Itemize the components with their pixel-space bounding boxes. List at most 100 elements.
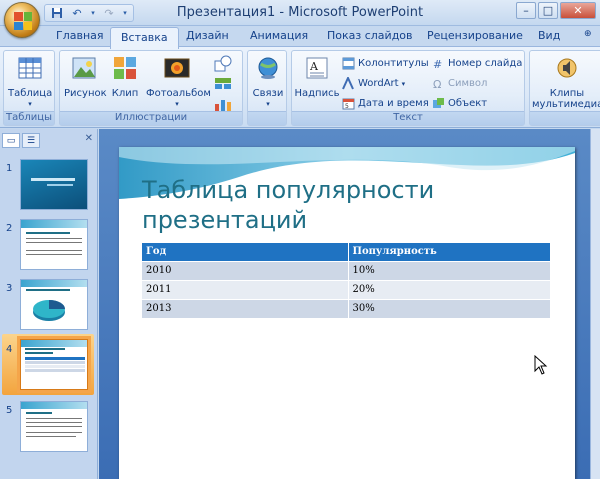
slide-number: 3: [6, 283, 13, 294]
group-illustrations: Рисунок Клип Фотоальбом ▾ Иллюстрации: [59, 50, 243, 126]
symbol-button[interactable]: Ω Символ: [432, 77, 487, 90]
dropdown-arrow-icon: ▾: [28, 100, 32, 108]
date-time-button[interactable]: 5 Дата и время: [342, 97, 429, 110]
slide-number-icon: #: [433, 58, 442, 70]
ribbon: Таблица ▾ Таблицы Рисунок Клип Фотоальбо…: [0, 46, 600, 128]
svg-text:A: A: [309, 60, 319, 73]
slide-workspace: Таблица популярности презентаций Год Поп…: [99, 129, 600, 479]
table-header-cell[interactable]: Популярность: [348, 243, 551, 261]
tab-insert[interactable]: Вставка: [110, 27, 179, 49]
speaker-icon: [557, 58, 577, 78]
wordart-icon: [342, 77, 354, 90]
table-cell[interactable]: 2013: [142, 298, 349, 318]
tab-review[interactable]: Рецензирование: [427, 29, 523, 42]
photo-album-icon: [164, 58, 190, 78]
slide-table[interactable]: Год Популярность 2010 10% 2011 20% 2013 …: [142, 243, 551, 318]
table-cell[interactable]: 20%: [348, 279, 551, 299]
table-row: 2013 30%: [142, 298, 551, 318]
pie-chart-icon: [33, 300, 65, 321]
links-button[interactable]: Связи ▾: [250, 55, 286, 108]
table-cell[interactable]: 10%: [348, 260, 551, 280]
group-label-text: Текст: [292, 111, 524, 125]
tab-slide-show[interactable]: Показ слайдов: [327, 29, 413, 42]
header-footer-button[interactable]: Колонтитулы: [342, 57, 429, 70]
picture-icon: [72, 57, 96, 79]
chart-icon: [215, 100, 231, 111]
table-header-cell[interactable]: Год: [142, 243, 349, 261]
tab-view[interactable]: Вид: [538, 29, 560, 42]
slides-panel: ▭ ☰ ✕ 1 2 3 4 5: [0, 129, 98, 479]
omega-icon: Ω: [433, 78, 441, 90]
group-label-media: [530, 111, 600, 125]
chart-button[interactable]: [214, 97, 232, 111]
slide-thumbnail-selected[interactable]: [17, 336, 91, 393]
slide-thumbnail[interactable]: [20, 279, 88, 330]
slide-canvas[interactable]: Таблица популярности презентаций Год Поп…: [119, 147, 575, 479]
svg-text:Ω: Ω: [433, 78, 441, 90]
smartart-icon: [215, 78, 231, 89]
calendar-icon: 5: [342, 98, 355, 110]
table-row: 2010 10%: [142, 260, 551, 280]
photo-album-button[interactable]: Фотоальбом ▾: [146, 55, 211, 108]
slide-number: 5: [6, 405, 13, 416]
tab-design[interactable]: Дизайн: [186, 29, 229, 42]
media-clips-button[interactable]: Клипы мультимедиа: [532, 55, 600, 110]
slide-thumbnail[interactable]: [20, 219, 88, 270]
slide-number: 1: [6, 163, 13, 174]
office-logo-icon: [14, 12, 32, 30]
group-text: A Надпись Колонтитулы WordArt ▾ 5 Дата и…: [291, 50, 525, 126]
help-icon[interactable]: ⊕: [584, 29, 592, 39]
table-button[interactable]: Таблица ▾: [8, 55, 52, 108]
minimize-button[interactable]: –: [516, 2, 536, 19]
slide-number: 2: [6, 223, 13, 234]
table-header-row: Год Популярность: [142, 243, 551, 261]
dropdown-arrow-icon: ▾: [175, 100, 179, 108]
group-links: Связи ▾: [247, 50, 287, 126]
clip-art-icon: [114, 57, 136, 79]
slide-title[interactable]: Таблица популярности презентаций: [142, 175, 462, 235]
mouse-cursor-icon: [534, 355, 548, 375]
group-label-illustrations: Иллюстрации: [60, 111, 242, 125]
table-cell[interactable]: 30%: [348, 298, 551, 318]
links-globe-icon: [258, 57, 278, 79]
group-media: Клипы мультимедиа: [529, 50, 600, 126]
panel-tabs: ▭ ☰: [2, 133, 40, 149]
close-icon[interactable]: ✕: [85, 133, 93, 144]
slide-thumbnail[interactable]: [20, 401, 88, 452]
smartart-button[interactable]: [214, 77, 232, 95]
table-icon: [18, 57, 42, 79]
shapes-icon: [214, 55, 232, 72]
clip-button[interactable]: Клип: [110, 55, 140, 99]
shapes-button[interactable]: [214, 55, 232, 73]
object-icon: [433, 98, 444, 108]
slides-tab-icon[interactable]: ▭: [2, 133, 20, 148]
textbox-button[interactable]: A Надпись: [294, 55, 340, 99]
office-button[interactable]: [4, 2, 40, 38]
textbox-icon: A: [306, 57, 328, 79]
header-footer-icon: [342, 57, 355, 70]
maximize-button[interactable]: □: [538, 2, 558, 19]
table-row: 2011 20%: [142, 279, 551, 299]
title-bar: ↶ ▾ ↷ ▾ Презентация1 - Microsoft PowerPo…: [0, 0, 600, 26]
slide-thumbnail[interactable]: [20, 159, 88, 210]
tab-animation[interactable]: Анимация: [250, 29, 308, 42]
table-cell[interactable]: 2011: [142, 279, 349, 299]
vertical-scrollbar[interactable]: [590, 129, 600, 479]
table-cell[interactable]: 2010: [142, 260, 349, 280]
window-controls: – □ ✕: [516, 2, 596, 19]
object-button[interactable]: Объект: [432, 97, 487, 110]
wordart-button[interactable]: WordArt ▾: [342, 77, 405, 90]
svg-text:5: 5: [345, 103, 349, 110]
dropdown-arrow-icon: ▾: [266, 100, 270, 108]
tab-home[interactable]: Главная: [56, 29, 104, 42]
outline-tab-icon[interactable]: ☰: [22, 133, 40, 148]
svg-text:#: #: [433, 58, 442, 70]
close-button[interactable]: ✕: [560, 2, 596, 19]
dropdown-arrow-icon: ▾: [401, 79, 406, 88]
ribbon-tabs: Главная Вставка Дизайн Анимация Показ сл…: [0, 26, 600, 49]
slide-number-button[interactable]: # Номер слайда: [432, 57, 522, 70]
slide-number: 4: [6, 344, 13, 355]
window-title: Презентация1 - Microsoft PowerPoint: [176, 5, 424, 20]
group-label-links: [248, 111, 286, 125]
picture-button[interactable]: Рисунок: [64, 55, 107, 99]
